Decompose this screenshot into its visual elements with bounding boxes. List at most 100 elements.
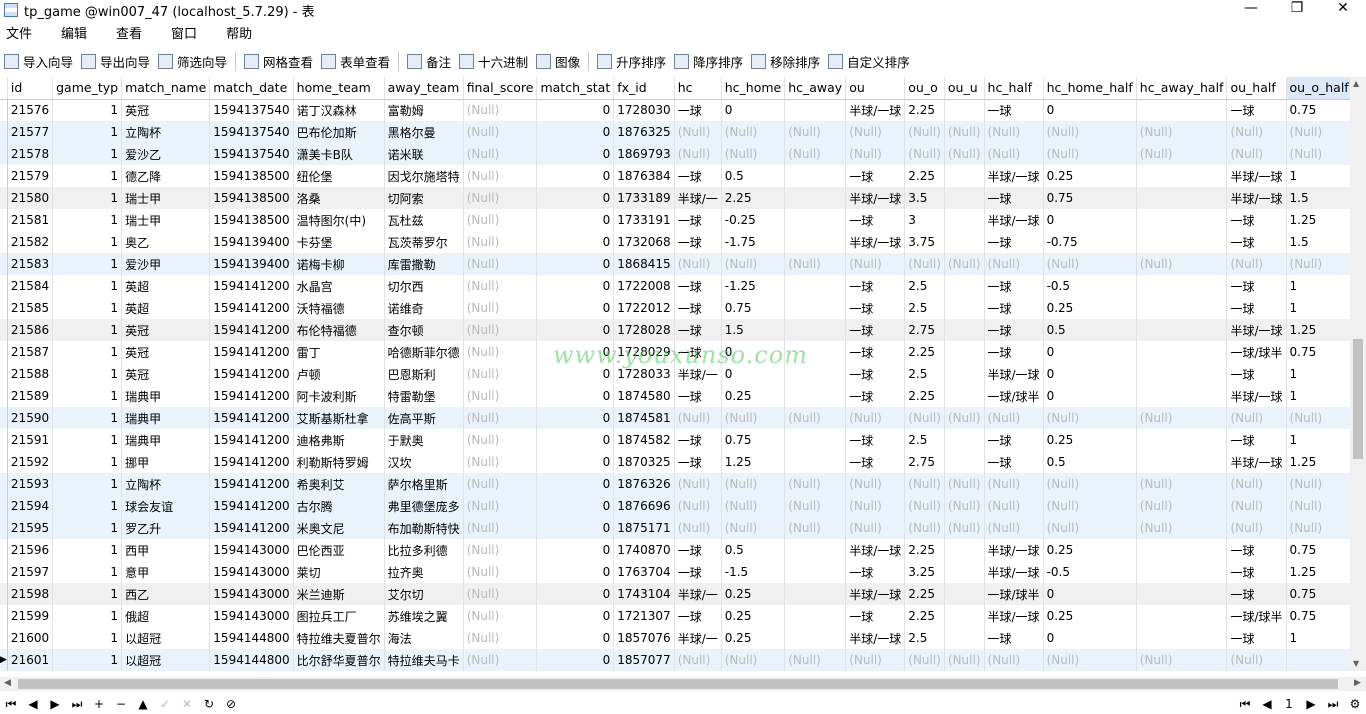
table-cell[interactable]: 德乙降: [121, 165, 211, 187]
table-cell[interactable]: (Null): [721, 649, 786, 671]
table-cell[interactable]: 0.25: [1043, 429, 1137, 451]
table-cell[interactable]: (Null): [1226, 121, 1287, 143]
table-cell[interactable]: 巴恩斯利: [384, 363, 464, 385]
table-cell[interactable]: [784, 429, 847, 451]
table-cell[interactable]: 0.25: [1043, 539, 1137, 561]
table-cell[interactable]: [944, 297, 985, 319]
table-cell[interactable]: (Null): [463, 253, 538, 275]
table-cell[interactable]: 1594141200: [209, 385, 294, 407]
table-cell[interactable]: 0.25: [721, 583, 786, 605]
table-cell[interactable]: -0.25: [721, 209, 786, 231]
menu-view[interactable]: 查看: [110, 23, 151, 42]
table-cell[interactable]: 一球: [1226, 209, 1287, 231]
table-cell[interactable]: 1722008: [613, 275, 675, 297]
table-cell[interactable]: 21585: [7, 297, 54, 319]
table-cell[interactable]: (Null): [721, 407, 786, 429]
table-row[interactable]: 21587 1 英冠 1594141200 雷丁 哈德斯菲尔德 (Null) 0 1728029…: [0, 341, 1350, 363]
table-cell[interactable]: 1743104: [613, 583, 675, 605]
table-cell[interactable]: 一球: [984, 341, 1044, 363]
table-cell[interactable]: 1874581: [613, 407, 675, 429]
table-cell[interactable]: 1: [52, 363, 123, 385]
column-header[interactable]: away_team: [384, 77, 464, 100]
table-cell[interactable]: (Null): [1286, 143, 1350, 165]
table-cell[interactable]: [944, 385, 985, 407]
table-cell[interactable]: 1: [1286, 429, 1350, 451]
table-cell[interactable]: 瑞士甲: [121, 209, 211, 231]
table-row[interactable]: 21581 1 瑞士甲 1594138500 温特图尔(中) 瓦杜兹 (Null) 0 1733…: [0, 209, 1350, 231]
table-cell[interactable]: [1136, 583, 1228, 605]
table-cell[interactable]: 2.5: [904, 275, 945, 297]
table-cell[interactable]: 一球: [674, 605, 722, 627]
table-cell[interactable]: (Null): [1136, 121, 1228, 143]
table-cell[interactable]: 0: [1043, 209, 1137, 231]
next-page-icon[interactable]: ▶: [1300, 697, 1322, 711]
table-cell[interactable]: 21597: [7, 561, 54, 583]
table-cell[interactable]: (Null): [674, 253, 722, 275]
table-cell[interactable]: 1857076: [613, 627, 675, 649]
table-cell[interactable]: (Null): [721, 473, 786, 495]
table-cell[interactable]: (Null): [904, 495, 945, 517]
table-cell[interactable]: 诺维奇: [384, 297, 464, 319]
table-cell[interactable]: 0.25: [721, 605, 786, 627]
table-cell[interactable]: 21598: [7, 583, 54, 605]
table-cell[interactable]: (Null): [1226, 649, 1287, 671]
table-cell[interactable]: 一球: [674, 341, 722, 363]
table-cell[interactable]: 0.75: [721, 297, 786, 319]
table-cell[interactable]: 哈德斯菲尔德: [384, 341, 464, 363]
table-cell[interactable]: 0.75: [1286, 341, 1350, 363]
table-cell[interactable]: 1.5: [1286, 187, 1350, 209]
table-cell[interactable]: 1: [52, 451, 123, 473]
table-cell[interactable]: 一球/球半: [1226, 341, 1287, 363]
table-cell[interactable]: 切阿索: [384, 187, 464, 209]
table-row[interactable]: 21597 1 意甲 1594143000 莱切 拉齐奥 (Null) 0 1763704 一球 -…: [0, 561, 1350, 583]
table-cell[interactable]: (Null): [463, 407, 538, 429]
table-cell[interactable]: 球会友谊: [121, 495, 211, 517]
table-cell[interactable]: 一球: [1226, 539, 1287, 561]
table-cell[interactable]: 1.25: [1286, 451, 1350, 473]
table-cell[interactable]: 一球: [984, 627, 1044, 649]
table-cell[interactable]: [1286, 649, 1350, 671]
table-cell[interactable]: 诺梅卡柳: [293, 253, 385, 275]
table-cell[interactable]: 0: [1043, 385, 1137, 407]
table-cell[interactable]: (Null): [984, 495, 1044, 517]
table-cell[interactable]: 半球/一球: [984, 539, 1044, 561]
table-row[interactable]: 21591 1 瑞典甲 1594141200 迪格弗斯 于默奥 (Null) 0 1874582…: [0, 429, 1350, 451]
table-row[interactable]: 21582 1 奥乙 1594139400 卡芬堡 瓦茨蒂罗尔 (Null) 0 1732068…: [0, 231, 1350, 253]
table-cell[interactable]: 一球/球半: [984, 385, 1044, 407]
table-cell[interactable]: 英冠: [121, 341, 211, 363]
table-row[interactable]: 21598 1 西乙 1594143000 米兰迪斯 艾尔切 (Null) 0 1743104 半…: [0, 583, 1350, 605]
table-cell[interactable]: (Null): [784, 407, 847, 429]
table-cell[interactable]: (Null): [1043, 143, 1137, 165]
table-cell[interactable]: (Null): [463, 385, 538, 407]
table-cell[interactable]: 英冠: [121, 319, 211, 341]
table-cell[interactable]: 0: [721, 99, 786, 121]
table-cell[interactable]: (Null): [463, 627, 538, 649]
table-row[interactable]: 21585 1 英超 1594141200 沃特福德 诺维奇 (Null) 0 1722012 一…: [0, 297, 1350, 319]
refresh-icon[interactable]: ↻: [198, 697, 220, 711]
table-cell[interactable]: 利勒斯特罗姆: [293, 451, 385, 473]
table-cell[interactable]: 半球/一: [674, 363, 722, 385]
table-cell[interactable]: 半球/一: [674, 187, 722, 209]
row-indicator[interactable]: [0, 517, 8, 539]
menu-help[interactable]: 帮助: [220, 23, 261, 42]
table-cell[interactable]: 0.25: [1043, 605, 1137, 627]
table-cell[interactable]: 0.5: [1043, 451, 1137, 473]
next-record-icon[interactable]: ▶: [44, 697, 66, 711]
table-cell[interactable]: 1875171: [613, 517, 675, 539]
table-cell[interactable]: 特拉维夫马卡: [384, 649, 464, 671]
column-header[interactable]: ou_o: [904, 77, 945, 100]
table-cell[interactable]: [944, 451, 985, 473]
table-cell[interactable]: (Null): [944, 517, 985, 539]
table-cell[interactable]: [944, 539, 985, 561]
table-cell[interactable]: 弗里德堡庞多: [384, 495, 464, 517]
table-cell[interactable]: 2.5: [904, 297, 945, 319]
table-cell[interactable]: 1: [52, 561, 123, 583]
table-cell[interactable]: [944, 187, 985, 209]
table-cell[interactable]: 0.75: [1286, 605, 1350, 627]
table-cell[interactable]: 2.75: [904, 451, 945, 473]
table-cell[interactable]: 拉齐奥: [384, 561, 464, 583]
table-row[interactable]: 21600 1 以超冠 1594144800 特拉维夫夏普尔 海法 (Null) 0 18570…: [0, 627, 1350, 649]
table-cell[interactable]: [784, 341, 847, 363]
table-cell[interactable]: (Null): [463, 561, 538, 583]
table-cell[interactable]: 一球: [845, 429, 906, 451]
